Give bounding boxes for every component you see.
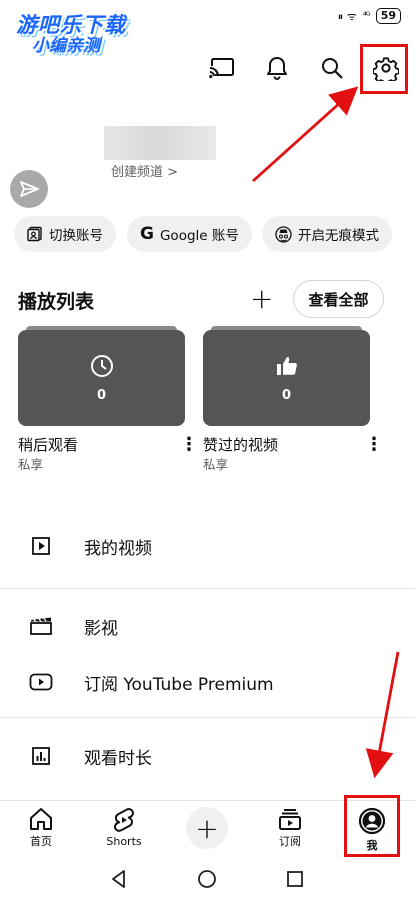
- nav-label: Shorts: [106, 835, 142, 848]
- menu-item-movies[interactable]: 影视: [0, 601, 415, 651]
- chip-label: 切换账号: [49, 228, 103, 244]
- bar-chart-icon: [26, 746, 56, 766]
- add-playlist-icon[interactable]: +: [250, 285, 273, 313]
- thumbs-up-icon: [276, 356, 297, 375]
- chip-label: Google 账号: [159, 228, 239, 244]
- watermark-line2: 小编亲测: [32, 36, 100, 56]
- liked-videos-privacy: 私享: [203, 457, 229, 472]
- liked-videos-title[interactable]: 赞过的视频: [203, 434, 278, 455]
- watermark-logo: 游吧乐下载 小编亲测: [16, 14, 146, 58]
- play-box-icon: [26, 536, 56, 556]
- search-icon[interactable]: [316, 52, 348, 84]
- menu-item-watch-time[interactable]: 观看时长: [0, 731, 415, 781]
- chip-label: 开启无痕模式: [298, 228, 379, 244]
- watch-later-title[interactable]: 稍后观看: [18, 434, 78, 455]
- status-icons: ⏸ ᯤ: [337, 9, 357, 23]
- arrow-to-settings: [252, 86, 359, 183]
- nav-home[interactable]: 首页: [11, 807, 71, 849]
- more-options-icon[interactable]: ⋮: [180, 436, 198, 454]
- clock-icon: [90, 354, 113, 377]
- incognito-icon: [275, 225, 292, 243]
- nav-label: 首页: [30, 835, 52, 848]
- nav-label: 订阅: [279, 835, 301, 848]
- nav-subscriptions[interactable]: 订阅: [260, 807, 320, 849]
- switch-account-chip[interactable]: 切换账号: [14, 216, 116, 252]
- subscriptions-icon: [279, 809, 301, 830]
- watch-later-privacy: 私享: [18, 457, 44, 472]
- google-icon: G: [140, 223, 154, 244]
- watermark-line1: 游吧乐下载: [16, 13, 126, 37]
- clapperboard-icon: [26, 616, 56, 636]
- notifications-icon[interactable]: [261, 52, 293, 84]
- view-all-button[interactable]: 查看全部: [293, 280, 384, 318]
- signal-indicator: ⁴ᴳ: [362, 10, 371, 22]
- youtube-icon: [26, 673, 56, 691]
- playlist-count: 0: [96, 387, 107, 403]
- system-navigation-bar: [0, 858, 415, 900]
- more-options-icon[interactable]: ⋮: [365, 436, 383, 454]
- cast-icon[interactable]: [206, 52, 238, 84]
- create-channel-link[interactable]: 创建频道 >: [111, 161, 178, 180]
- menu-item-youtube-premium[interactable]: 订阅 YouTube Premium: [0, 657, 415, 707]
- menu-label: 我的视频: [84, 538, 152, 559]
- account-switch-icon: [27, 226, 42, 242]
- menu-item-my-videos[interactable]: 我的视频: [0, 521, 415, 571]
- menu-label: 观看时长: [84, 748, 152, 769]
- channel-name-blurred: [104, 126, 216, 160]
- home-icon: [30, 808, 52, 830]
- divider: [0, 588, 415, 589]
- settings-highlight-box: [360, 44, 408, 94]
- divider: [0, 717, 415, 718]
- recents-square-icon[interactable]: [285, 869, 305, 889]
- liked-videos-thumbnail[interactable]: 0: [203, 326, 370, 426]
- me-highlight-box: [344, 795, 400, 857]
- menu-label: 影视: [84, 618, 118, 639]
- home-circle-icon[interactable]: [197, 869, 217, 889]
- nav-shorts[interactable]: Shorts: [94, 807, 154, 848]
- create-plus-button[interactable]: +: [186, 807, 228, 849]
- menu-label: 订阅 YouTube Premium: [84, 674, 274, 695]
- back-icon[interactable]: [109, 869, 129, 889]
- google-account-chip[interactable]: G Google 账号: [127, 216, 252, 252]
- playlists-heading: 播放列表: [18, 291, 95, 313]
- watch-later-thumbnail[interactable]: 0: [18, 326, 185, 426]
- incognito-chip[interactable]: 开启无痕模式: [262, 216, 392, 252]
- shorts-icon: [113, 808, 134, 832]
- send-plane-icon[interactable]: [10, 170, 48, 208]
- battery-indicator: 59: [375, 8, 401, 24]
- playlist-count: 0: [281, 387, 292, 403]
- status-bar: ⏸ ᯤ ⁴ᴳ 59: [338, 8, 401, 24]
